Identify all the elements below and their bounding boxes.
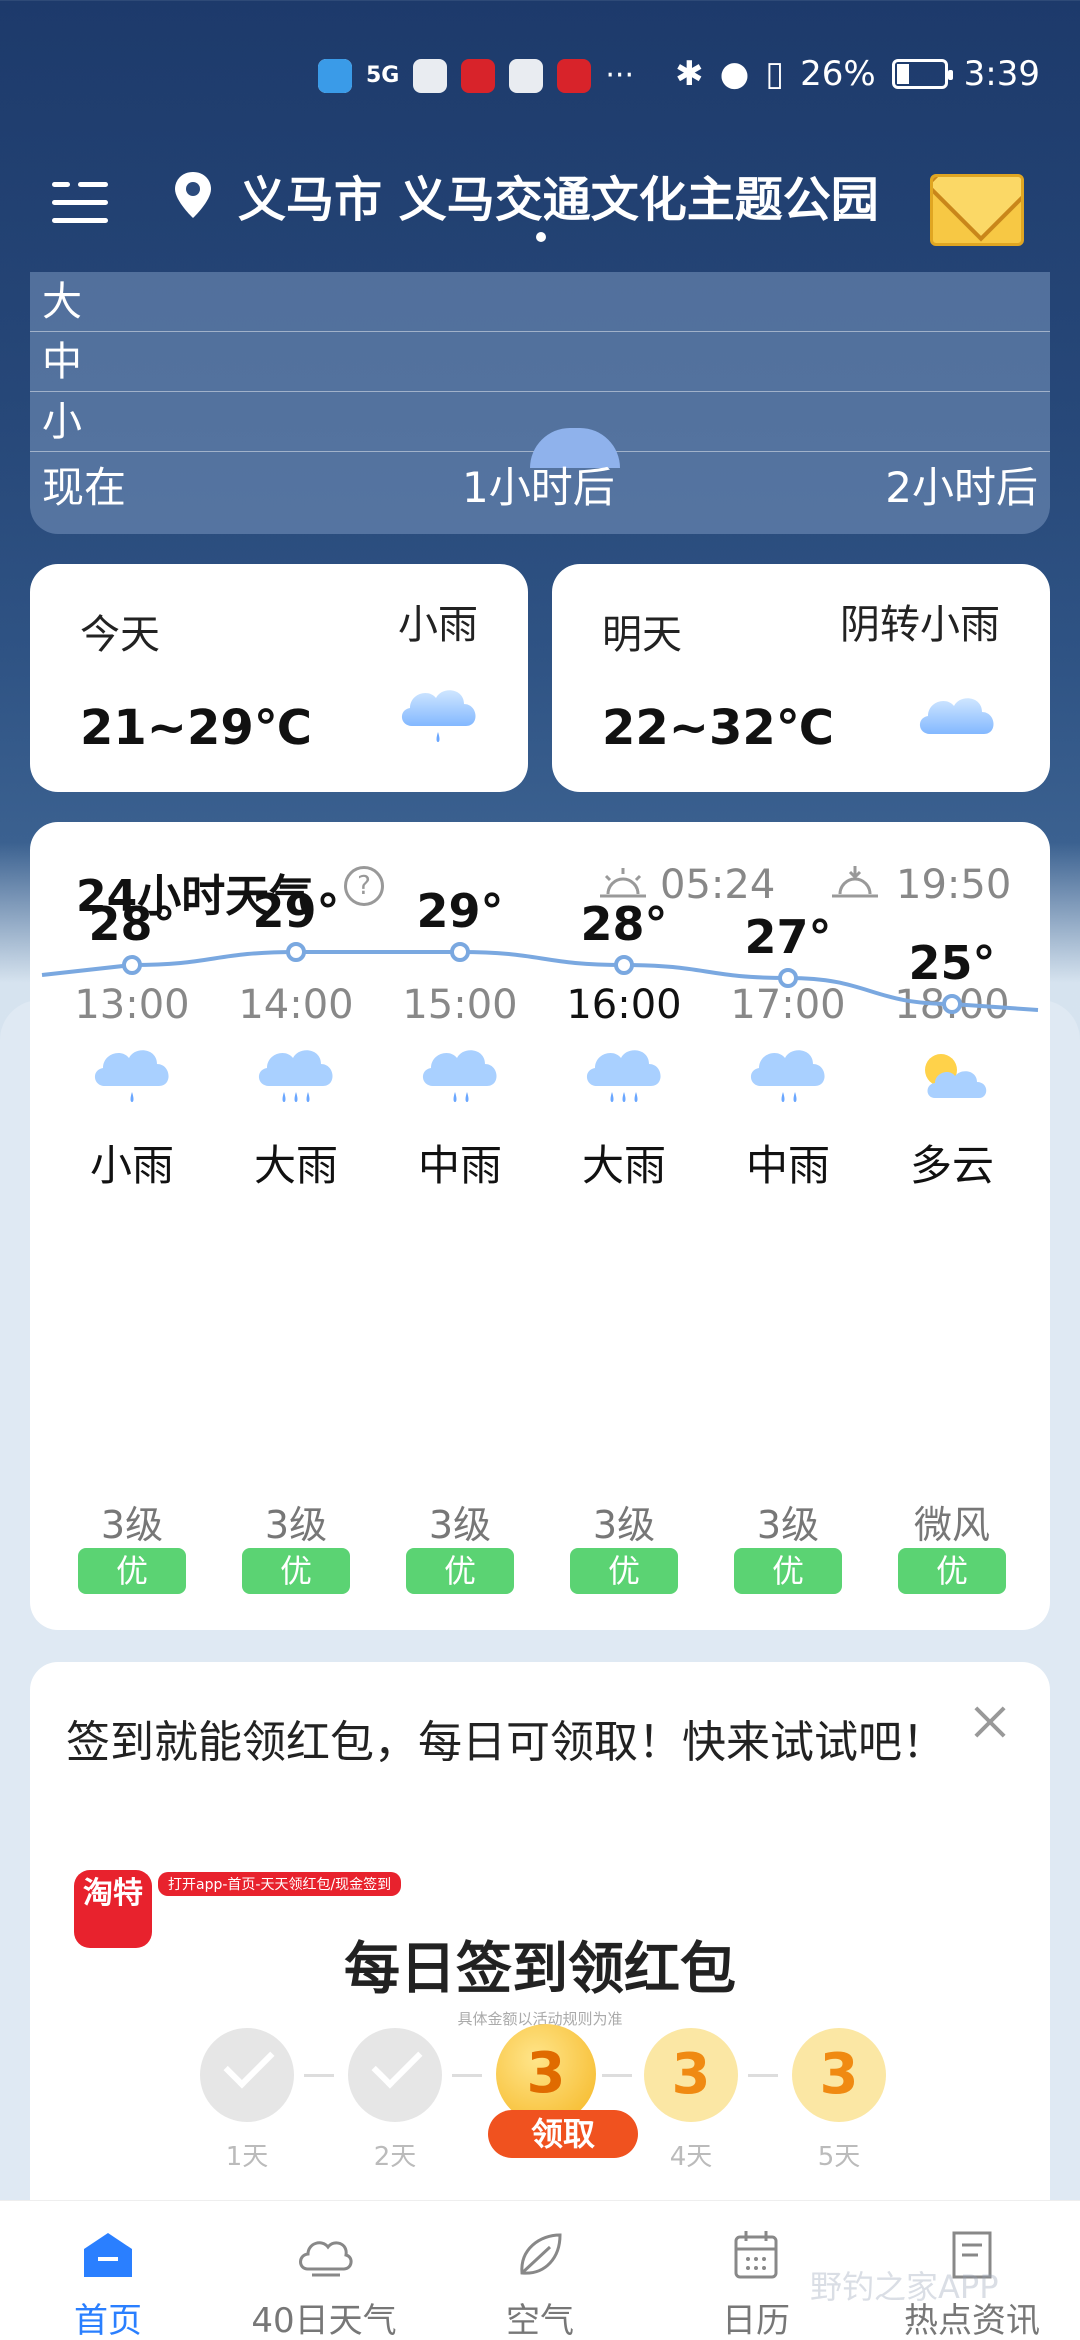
day-label: 2天 xyxy=(373,2142,417,2172)
temperature-line xyxy=(41,950,1039,1012)
ad-tag: 打开app-首页-天天领红包/现金签到 xyxy=(158,1872,402,1896)
divider xyxy=(304,2074,334,2077)
claim-button[interactable]: 领取 xyxy=(488,2110,638,2158)
today-condition: 小雨 xyxy=(398,602,478,648)
today-card[interactable]: 今天 小雨 21~29℃ xyxy=(30,564,528,792)
signal-icon: 5G xyxy=(366,63,400,88)
puzzle-app-icon xyxy=(557,58,592,93)
location-title[interactable]: 义马市 义马交通文化主题公园 xyxy=(238,160,879,230)
hand-app-icon xyxy=(509,58,544,93)
status-bar: HD 5G ··· ✱ ● ▯ 26% 3:39 xyxy=(0,0,1080,150)
ad-title: 每日签到领红包 xyxy=(344,1937,736,2002)
light-rain-icon xyxy=(401,690,476,742)
leaf-icon xyxy=(520,2233,562,2275)
day-label: 4天 xyxy=(669,2142,713,2172)
day-label: 1天 xyxy=(225,2142,269,2172)
day-label: 5天 xyxy=(817,2142,861,2172)
status-icons-left: HD 5G ··· xyxy=(318,58,634,93)
precipitation-chart: 大 中 小 现在 1小时后 2小时后 xyxy=(30,272,1050,534)
today-label: 今天 xyxy=(80,612,160,658)
red-app-icon xyxy=(461,58,496,93)
page-indicator xyxy=(536,232,546,242)
mail-icon[interactable] xyxy=(930,174,1024,246)
more-notifications-icon: ··· xyxy=(605,58,634,93)
calendar-icon xyxy=(734,2231,778,2279)
close-icon[interactable] xyxy=(970,1702,1010,1742)
checkin-day4-coin: 3 xyxy=(644,2028,738,2122)
vibrate-icon: ▯ xyxy=(765,54,785,94)
checkin-day5-coin: 3 xyxy=(792,2028,886,2122)
location-status-icon: ● xyxy=(719,54,750,94)
tomorrow-condition: 阴转小雨 xyxy=(840,602,1000,648)
bluetooth-icon: ✱ xyxy=(675,54,704,94)
time-1h: 1小时后 xyxy=(462,463,615,512)
temperature-point xyxy=(450,942,470,962)
cloud-icon xyxy=(299,2241,353,2277)
checkin-day2 xyxy=(348,2028,442,2122)
app-header: 义马市 义马交通文化主题公园 xyxy=(0,160,1080,270)
battery-icon xyxy=(891,59,953,89)
cloud-app-icon xyxy=(318,58,352,93)
temperature-point xyxy=(942,994,962,1014)
hourly-forecast-card: 24小时天气 ? 05:24 19:50 13:00 小雨 3级优 28° 14:00 大… xyxy=(30,822,1050,1630)
battery-percent: 26% xyxy=(800,54,876,94)
tomorrow-temp: 22~32℃ xyxy=(602,700,834,756)
nav-air[interactable]: 空气 xyxy=(432,2201,648,2340)
level-heavy: 大 xyxy=(30,272,1050,332)
nav-40day[interactable]: 40日天气 xyxy=(216,2201,432,2340)
today-temp: 21~29℃ xyxy=(80,700,312,756)
huawei-app-icon xyxy=(413,58,448,93)
divider xyxy=(452,2074,482,2077)
cloudy-icon xyxy=(919,698,994,734)
tomorrow-label: 明天 xyxy=(602,612,682,658)
nav-label: 空气 xyxy=(506,2301,574,2340)
home-icon xyxy=(84,2233,132,2277)
menu-icon[interactable] xyxy=(52,172,112,232)
watermark: 野钓之家APP xyxy=(810,2268,999,2306)
time-2h: 2小时后 xyxy=(885,463,1038,512)
checkin-day3-coin[interactable]: 3 xyxy=(496,2024,596,2124)
status-icons-right: ✱ ● ▯ 26% 3:39 xyxy=(675,54,1040,94)
nav-label: 40日天气 xyxy=(251,2301,397,2340)
checkin-day1 xyxy=(200,2028,294,2122)
clock: 3:39 xyxy=(963,54,1040,94)
divider xyxy=(748,2074,778,2077)
divider xyxy=(602,2074,632,2077)
ad-text: 签到就能领红包，每日可领取！快来试试吧！ xyxy=(66,1717,946,1768)
level-moderate: 中 xyxy=(30,332,1050,392)
location-pin-icon xyxy=(175,172,211,218)
time-now: 现在 xyxy=(42,463,127,512)
temperature-point xyxy=(122,955,142,975)
tomorrow-card[interactable]: 明天 阴转小雨 22~32℃ xyxy=(552,564,1050,792)
temperature-point xyxy=(778,968,798,988)
temperature-point xyxy=(286,942,306,962)
temperature-point xyxy=(614,955,634,975)
nav-label: 首页 xyxy=(74,2301,142,2340)
nav-home[interactable]: 首页 xyxy=(0,2201,216,2340)
temperature-curve xyxy=(41,942,1039,1014)
